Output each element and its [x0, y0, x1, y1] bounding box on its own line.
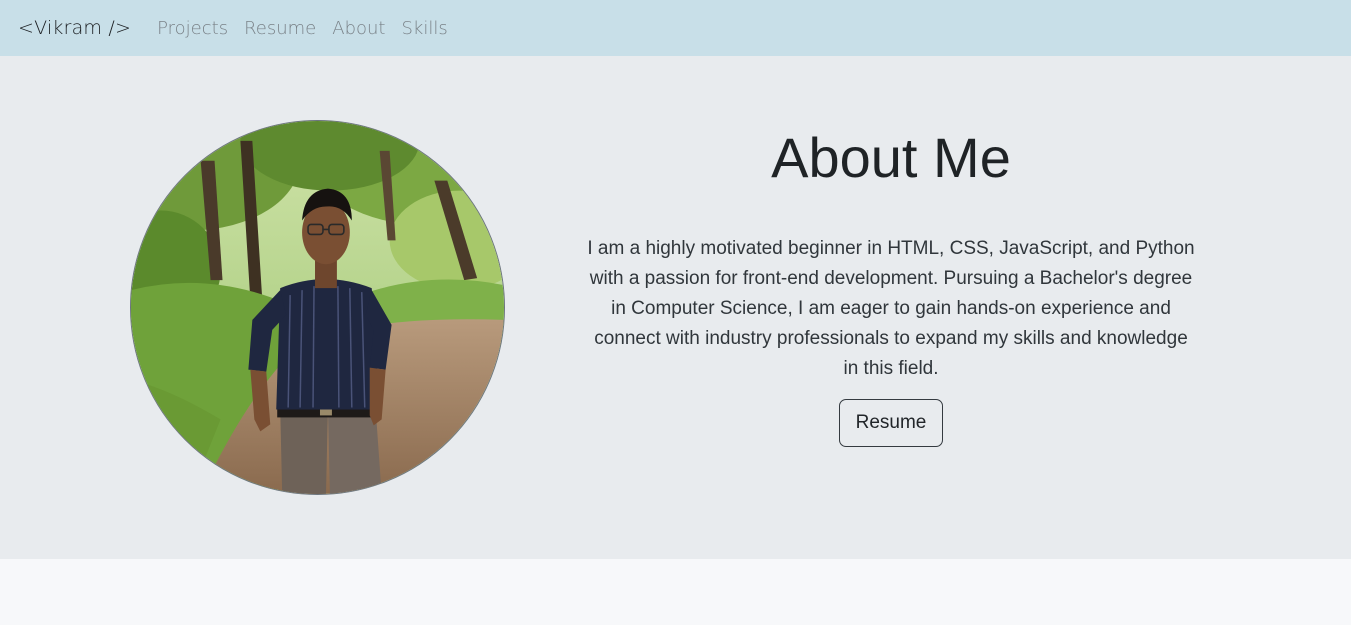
about-content: About Me I am a highly motivated beginne… [580, 126, 1202, 447]
brand-logo-link[interactable]: <Vikram /> [18, 17, 131, 39]
about-description: I am a highly motivated beginner in HTML… [587, 238, 1195, 379]
about-section: About Me I am a highly motivated beginne… [0, 56, 1351, 559]
about-title: About Me [771, 126, 1011, 189]
profile-photo [130, 120, 505, 495]
resume-button[interactable]: Resume [838, 399, 944, 447]
nav-link-skills[interactable]: Skills [401, 18, 447, 39]
nav-links: Projects Resume About Skills [157, 18, 464, 39]
profile-photo-illustration [131, 121, 504, 494]
nav-link-projects[interactable]: Projects [157, 18, 228, 39]
nav-link-about[interactable]: About [332, 18, 385, 39]
lower-section [0, 559, 1351, 625]
navbar: <Vikram /> Projects Resume About Skills [0, 0, 1351, 56]
nav-link-resume[interactable]: Resume [244, 18, 316, 39]
